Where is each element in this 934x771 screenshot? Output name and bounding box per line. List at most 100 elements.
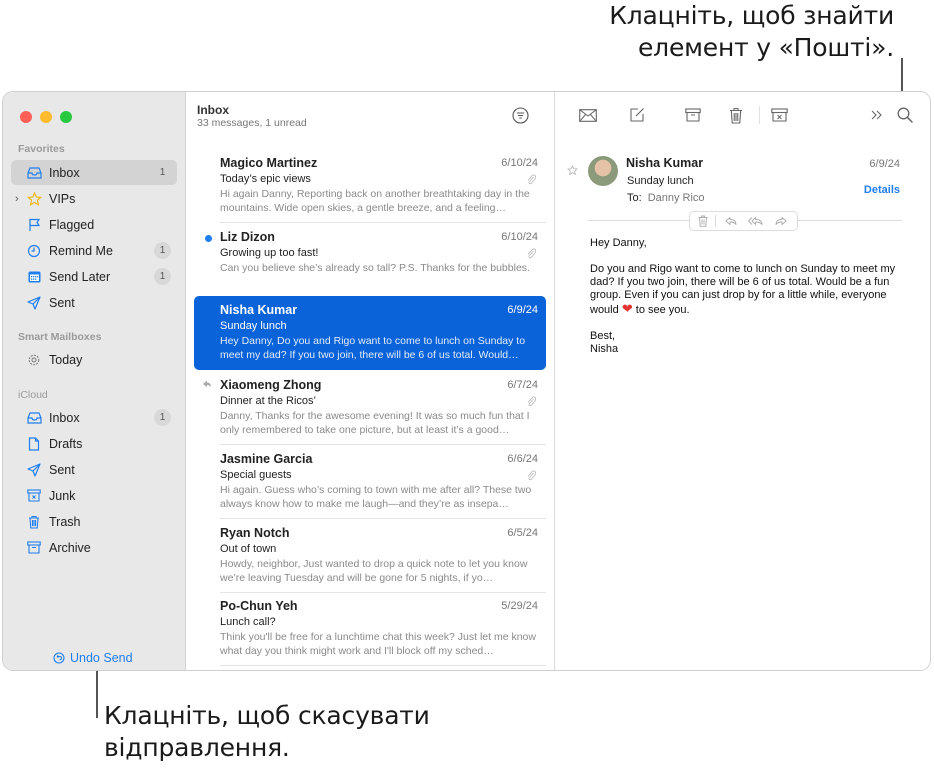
message-viewer: Nisha Kumar 6/9/24 Sunday lunch To: Danny… xyxy=(556,92,930,670)
message-date: 6/9/24 xyxy=(507,304,538,316)
sidebar-item-remind-me[interactable]: Remind Me 1 xyxy=(11,238,177,263)
search-icon xyxy=(897,107,913,123)
calendar-icon xyxy=(26,269,42,285)
sidebar-item-icloud-sent[interactable]: Sent xyxy=(11,457,177,482)
more-toolbar-button[interactable] xyxy=(868,106,886,124)
delete-button[interactable] xyxy=(727,106,745,124)
message-actions xyxy=(689,211,798,231)
callout-search: Клацніть, щоб знайти елемент у «Пошті». xyxy=(609,1,894,62)
reply-all-button[interactable] xyxy=(743,212,768,230)
count-badge: 1 xyxy=(154,242,171,259)
minimize-button[interactable] xyxy=(40,111,52,123)
archive-icon xyxy=(26,540,42,556)
message-row[interactable]: Xiaomeng Zhong 6/7/24 Dinner at the Rico… xyxy=(194,371,546,445)
message-date: 6/6/24 xyxy=(507,453,538,465)
message-preview: Think you'll be free for a lunchtime cha… xyxy=(220,631,536,657)
sidebar-item-today[interactable]: Today xyxy=(11,347,177,372)
sidebar-item-drafts[interactable]: Drafts xyxy=(11,431,177,456)
forward-icon xyxy=(775,217,786,225)
sidebar-item-inbox[interactable]: Inbox 1 xyxy=(11,160,177,185)
to-label: To: xyxy=(627,192,642,204)
sidebar-item-label: Send Later xyxy=(49,269,111,284)
message-sender: Liz Dizon xyxy=(220,230,275,244)
body-paragraph: Do you and Rigo want to come to lunch on… xyxy=(590,263,910,317)
zoom-button[interactable] xyxy=(60,111,72,123)
reader-subject: Sunday lunch xyxy=(627,175,694,187)
message-row-selected[interactable]: Nisha Kumar 6/9/24 Sunday lunch Hey Dann… xyxy=(194,296,546,370)
message-subject: Growing up too fast! xyxy=(220,247,319,259)
sidebar-item-label: Drafts xyxy=(49,436,83,451)
sidebar-item-trash[interactable]: Trash xyxy=(11,509,177,534)
sidebar-item-label: Sent xyxy=(49,295,75,310)
action-separator xyxy=(715,215,716,227)
message-row[interactable]: Po-Chun Yeh 5/29/24 Lunch call? Think yo… xyxy=(194,592,546,666)
count-badge: 1 xyxy=(154,268,171,285)
get-mail-button[interactable] xyxy=(579,106,597,124)
body-signature: Nisha xyxy=(590,343,619,355)
gear-icon xyxy=(26,352,42,368)
section-smart-mailboxes: Smart Mailboxes xyxy=(18,331,102,343)
message-preview: Hey Danny, Do you and Rigo want to come … xyxy=(220,335,526,361)
section-favorites: Favorites xyxy=(18,143,65,155)
sidebar-item-junk[interactable]: Junk xyxy=(11,483,177,508)
junk-icon xyxy=(770,108,788,122)
undo-icon xyxy=(53,652,65,664)
envelope-icon xyxy=(579,108,597,122)
details-link[interactable]: Details xyxy=(864,184,900,196)
message-preview: Hi again Danny, Reporting back on anothe… xyxy=(220,188,530,214)
message-row[interactable]: Jasmine Garcia 6/6/24 Special guests Hi … xyxy=(194,445,546,519)
reader-date: 6/9/24 xyxy=(869,158,900,170)
toolbar-separator xyxy=(759,106,760,124)
mailbox-title: Inbox xyxy=(197,103,229,117)
reply-button[interactable] xyxy=(718,212,743,230)
undo-send-button[interactable]: Undo Send xyxy=(53,651,133,665)
mail-window: Favorites Inbox 1 › VIPs Flagged Remind … xyxy=(2,91,931,671)
trash-icon xyxy=(730,107,742,124)
close-button[interactable] xyxy=(20,111,32,123)
forward-button[interactable] xyxy=(768,212,793,230)
sidebar: Favorites Inbox 1 › VIPs Flagged Remind … xyxy=(3,92,186,670)
sidebar-item-archive[interactable]: Archive xyxy=(11,535,177,560)
message-date: 6/7/24 xyxy=(507,379,538,391)
sidebar-item-vips[interactable]: › VIPs xyxy=(11,186,177,211)
row-divider xyxy=(220,665,546,666)
sidebar-item-label: Archive xyxy=(49,540,91,555)
inbox-icon xyxy=(26,165,42,181)
archive-button[interactable] xyxy=(684,106,702,124)
message-row[interactable]: Ryan Notch 6/5/24 Out of town Howdy, nei… xyxy=(194,519,546,593)
junk-button[interactable] xyxy=(770,106,788,124)
delete-message-button[interactable] xyxy=(690,212,715,230)
message-date: 6/10/24 xyxy=(501,231,538,243)
compose-button[interactable] xyxy=(628,106,646,124)
archive-icon xyxy=(685,108,701,122)
more-icon xyxy=(871,110,882,120)
sidebar-item-icloud-inbox[interactable]: Inbox 1 xyxy=(11,405,177,430)
paperclip-icon xyxy=(527,470,536,481)
filter-icon[interactable] xyxy=(512,107,529,124)
sidebar-item-send-later[interactable]: Send Later 1 xyxy=(11,264,177,289)
body-greeting: Hey Danny, xyxy=(590,237,647,249)
message-subject: Sunday lunch xyxy=(220,320,287,332)
message-subject: Dinner at the Ricos’ xyxy=(220,395,316,407)
sidebar-item-label: Inbox xyxy=(49,165,80,180)
paperclip-icon xyxy=(527,396,536,407)
star-icon[interactable] xyxy=(567,165,578,176)
sidebar-item-label: Sent xyxy=(49,462,75,477)
reply-all-icon xyxy=(748,217,763,225)
paperclip-icon xyxy=(527,248,536,259)
message-preview: Hi again. Guess who’s coming to town wit… xyxy=(220,484,532,510)
message-row[interactable]: Magico Martinez 6/10/24 Today’s epic vie… xyxy=(194,149,546,223)
inbox-icon xyxy=(26,410,42,426)
chevron-right-icon[interactable]: › xyxy=(15,193,19,205)
message-sender: Jasmine Garcia xyxy=(220,452,313,466)
reader-sender: Nisha Kumar xyxy=(626,156,704,170)
message-sender: Po-Chun Yeh xyxy=(220,599,298,613)
sidebar-item-flagged[interactable]: Flagged xyxy=(11,212,177,237)
unread-indicator xyxy=(205,235,212,242)
message-row[interactable]: Liz Dizon 6/10/24 Growing up too fast! C… xyxy=(194,223,546,297)
clock-icon xyxy=(26,243,42,259)
callout-undo-send: Клацніть, щоб скасувати відправлення. xyxy=(104,701,430,762)
sidebar-item-sent[interactable]: Sent xyxy=(11,290,177,315)
sidebar-item-label: VIPs xyxy=(49,191,76,206)
search-button[interactable] xyxy=(896,106,914,124)
